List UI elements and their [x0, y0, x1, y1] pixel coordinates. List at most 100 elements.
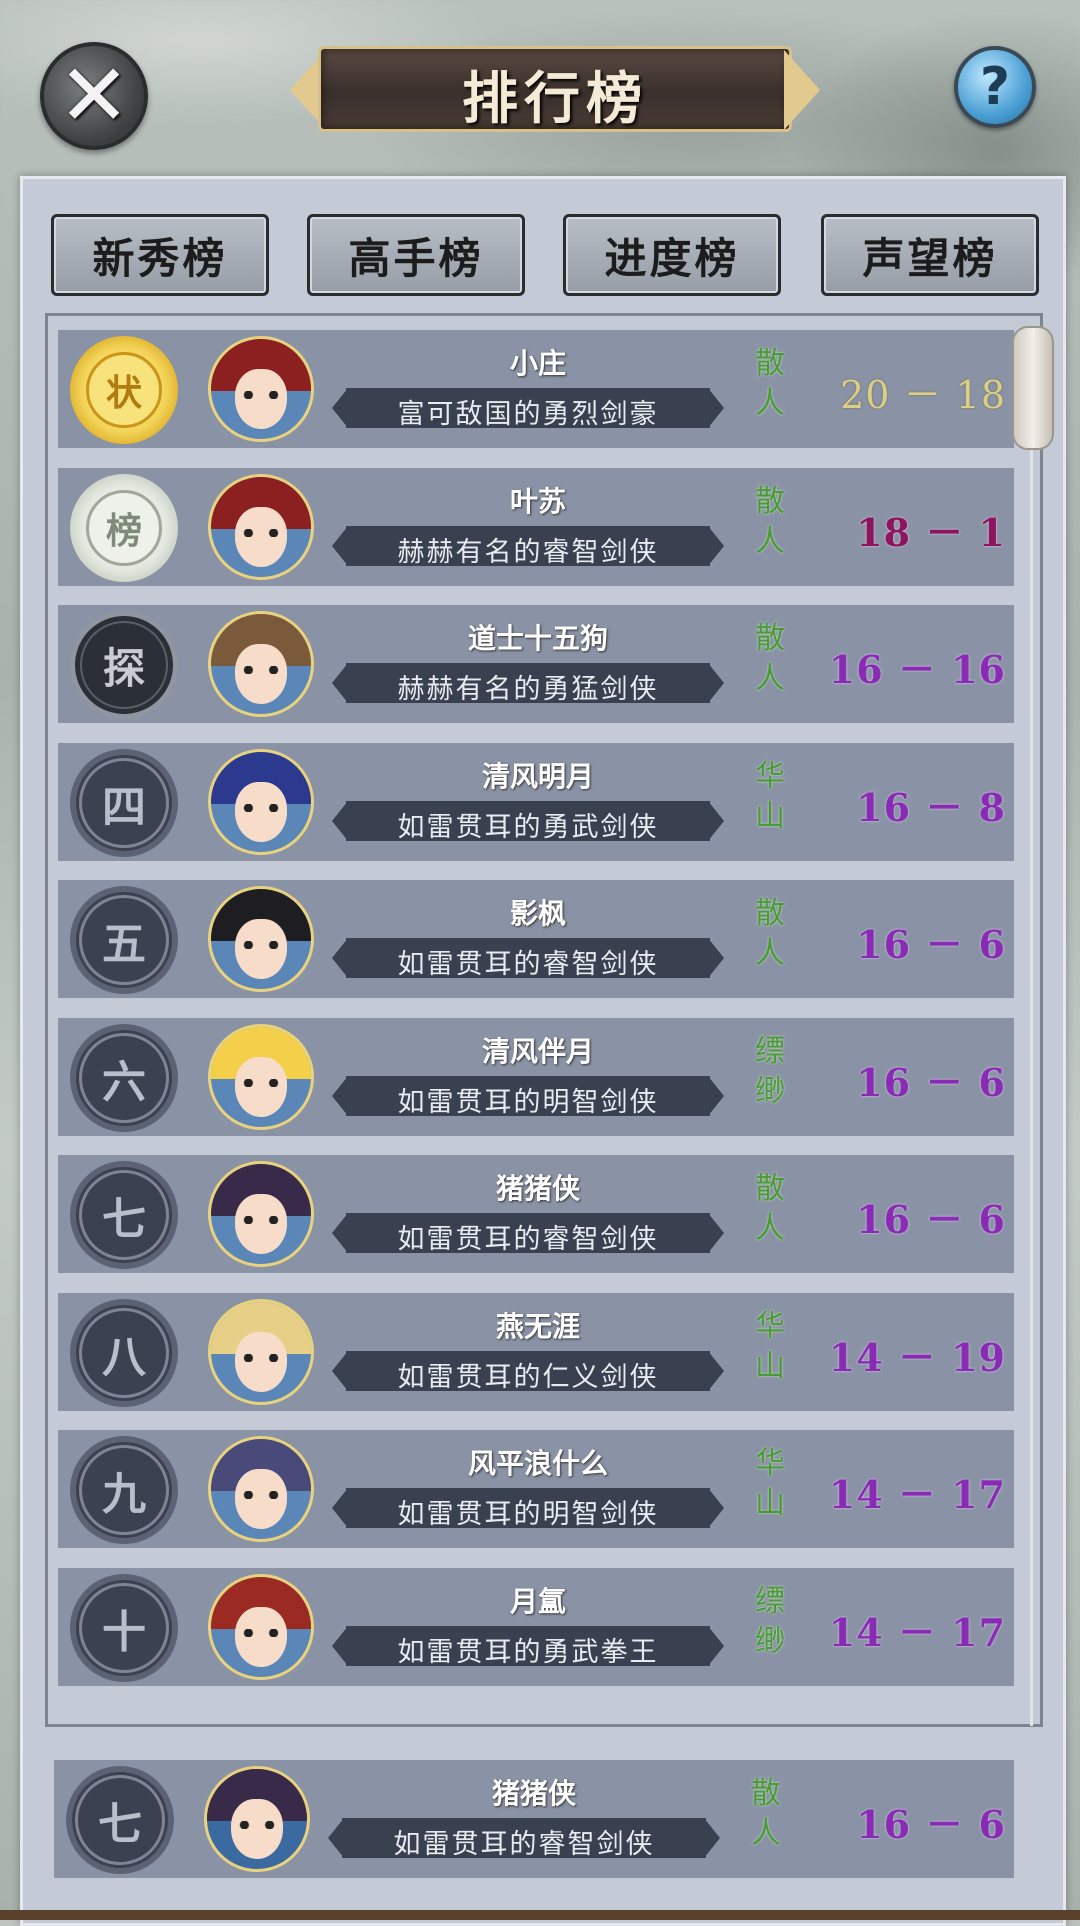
title-plate: 如雷贯耳的明智剑侠: [332, 1488, 724, 1530]
avatar: [208, 473, 314, 580]
faction-label: 散人: [755, 621, 785, 696]
player-title: 如雷贯耳的睿智剑侠: [397, 949, 659, 980]
scroll-track: [1030, 446, 1033, 1726]
rank-badge: 八: [70, 1298, 178, 1407]
tab-bar: 新秀榜 高手榜 进度榜 声望榜: [51, 214, 1039, 296]
avatar: [208, 1298, 314, 1405]
self-rank-row[interactable]: 七 猪猪侠 如雷贯耳的睿智剑侠 散人 16 － 6: [54, 1760, 1014, 1878]
player-name: 道士十五狗: [467, 622, 608, 655]
rank-row[interactable]: 七 猪猪侠如雷贯耳的睿智剑侠 散人 16 － 6: [58, 1155, 1014, 1273]
tab-master[interactable]: 高手榜: [307, 214, 525, 296]
rank-badge: 榜: [70, 473, 178, 582]
rank-label: 状: [86, 352, 162, 428]
rank-label: 八: [79, 1307, 169, 1398]
title-plate: 如雷贯耳的睿智剑侠: [332, 1213, 724, 1255]
player-name: 清风明月: [481, 759, 594, 793]
rank-label: 九: [79, 1445, 169, 1535]
score: 14 － 17: [828, 1609, 1006, 1655]
score: 20 － 18: [840, 373, 1006, 417]
score: 14 － 17: [828, 1472, 1006, 1517]
faction-label: 缥缈: [755, 1033, 785, 1109]
rank-row[interactable]: 八 燕无涯如雷贯耳的仁义剑侠 华山 14 － 19: [58, 1292, 1014, 1411]
title-plate: 如雷贯耳的睿智剑侠: [328, 1818, 720, 1860]
rank-label: 七: [79, 1170, 169, 1260]
rank-label: 榜: [86, 489, 162, 566]
leaderboard-panel: 新秀榜 高手榜 进度榜 声望榜 状小庄 富可敌国的勇烈剑豪 散人 20 － 18 榜叶苏…: [20, 176, 1066, 1926]
rank-badge: 七: [70, 1161, 178, 1269]
rank-label: 六: [79, 1032, 169, 1123]
player-title: 赫赫有名的睿智剑侠: [397, 536, 659, 568]
title-plate: 赫赫有名的勇猛剑侠: [332, 663, 724, 705]
rank-row[interactable]: 四 清风明月 如雷贯耳的勇武剑侠 华山 16 － 8: [58, 742, 1014, 861]
faction-label: 散人: [751, 1776, 781, 1851]
rank-row[interactable]: 状 小庄富可敌国的勇烈剑豪 散人 20 － 18: [58, 330, 1014, 448]
player-name: 风平浪什么: [467, 1447, 608, 1480]
title-plate: 赫赫有名的睿智剑侠: [332, 525, 724, 568]
player-name: 叶苏: [509, 484, 566, 518]
rank-row[interactable]: 九 风平浪什么 如雷贯耳的明智剑侠 华山 14 － 17: [58, 1430, 1014, 1548]
faction-label: 缥缈: [755, 1583, 785, 1659]
title-plate: 如雷贯耳的睿智剑侠: [332, 938, 724, 980]
title-banner: 排行榜: [290, 46, 820, 132]
rank-badge: 四: [70, 748, 178, 857]
help-icon: ?: [979, 57, 1011, 117]
rank-label: 五: [79, 895, 169, 985]
player-title: 如雷贯耳的明智剑侠: [397, 1086, 659, 1118]
score: 16 － 6: [856, 922, 1006, 967]
score: 16 － 6: [856, 1802, 1006, 1847]
page-title: 排行榜: [462, 66, 648, 132]
title-plate: 富可敌国的勇烈剑豪: [332, 388, 724, 430]
title-plate: 如雷贯耳的勇武拳王: [332, 1625, 724, 1668]
rank-row[interactable]: 五 影枫 如雷贯耳的睿智剑侠 散人 16 － 6: [58, 880, 1014, 998]
avatar: [208, 336, 314, 442]
faction-label: 华山: [755, 1308, 785, 1384]
player-name: 燕无涯: [495, 1309, 580, 1343]
player-title: 如雷贯耳的睿智剑侠: [393, 1829, 655, 1860]
bottom-edge: [0, 1910, 1080, 1920]
player-name: 小庄: [509, 347, 566, 380]
avatar: [208, 1573, 314, 1680]
scrollbar-thumb[interactable]: [1012, 326, 1054, 450]
faction-label: 散人: [755, 483, 785, 559]
avatar: [208, 748, 314, 855]
avatar: [204, 1766, 310, 1872]
tab-rookie[interactable]: 新秀榜: [51, 214, 269, 296]
score: 14 － 19: [828, 1334, 1006, 1380]
title-plate: 如雷贯耳的勇武剑侠: [332, 800, 724, 843]
avatar: [208, 886, 314, 992]
rank-badge: 状: [70, 336, 178, 444]
player-title: 富可敌国的勇烈剑豪: [397, 399, 659, 430]
tab-progress[interactable]: 进度榜: [563, 214, 781, 296]
faction-label: 散人: [755, 1171, 785, 1246]
score: 16 － 6: [856, 1197, 1006, 1242]
ranking-list[interactable]: 状小庄 富可敌国的勇烈剑豪 散人 20 － 18 榜叶苏 赫赫有名的睿智剑侠 散人 18 － …: [45, 313, 1043, 1727]
faction-label: 散人: [755, 346, 785, 421]
avatar: [208, 1023, 314, 1130]
rank-label: 探: [80, 621, 168, 709]
rank-row[interactable]: 六 清风伴月如雷贯耳的明智剑侠 缥缈 16 － 6: [58, 1017, 1014, 1136]
title-plate: 如雷贯耳的仁义剑侠: [332, 1350, 724, 1393]
tab-reputation[interactable]: 声望榜: [821, 214, 1039, 296]
score: 16 － 16: [828, 647, 1006, 692]
rank-label: 十: [79, 1582, 169, 1673]
avatar: [208, 1436, 314, 1542]
rank-row[interactable]: 十 月氲 如雷贯耳的勇武拳王 缥缈 14 － 17: [58, 1567, 1014, 1686]
faction-label: 散人: [755, 896, 785, 971]
player-name: 猪猪侠: [495, 1172, 580, 1205]
rank-label: 七: [75, 1775, 165, 1865]
rank-badge: 七: [66, 1766, 174, 1874]
rank-badge: 五: [70, 886, 178, 994]
score: 16 － 6: [856, 1059, 1006, 1105]
player-name: 清风伴月: [481, 1034, 594, 1068]
rank-badge: 探: [70, 611, 178, 719]
help-button[interactable]: ?: [954, 46, 1036, 128]
score: 18 － 1: [856, 509, 1006, 555]
close-button[interactable]: ✕: [40, 42, 148, 150]
rank-row[interactable]: 探 道士十五狗赫赫有名的勇猛剑侠 散人 16 － 16: [58, 605, 1014, 723]
player-title: 如雷贯耳的明智剑侠: [397, 1499, 659, 1530]
title-plate: 如雷贯耳的明智剑侠: [332, 1075, 724, 1118]
rank-row[interactable]: 榜 叶苏赫赫有名的睿智剑侠 散人 18 － 1: [58, 467, 1014, 586]
faction-label: 华山: [755, 758, 785, 834]
rank-badge: 九: [70, 1436, 178, 1544]
player-title: 如雷贯耳的勇武剑侠: [397, 811, 659, 843]
